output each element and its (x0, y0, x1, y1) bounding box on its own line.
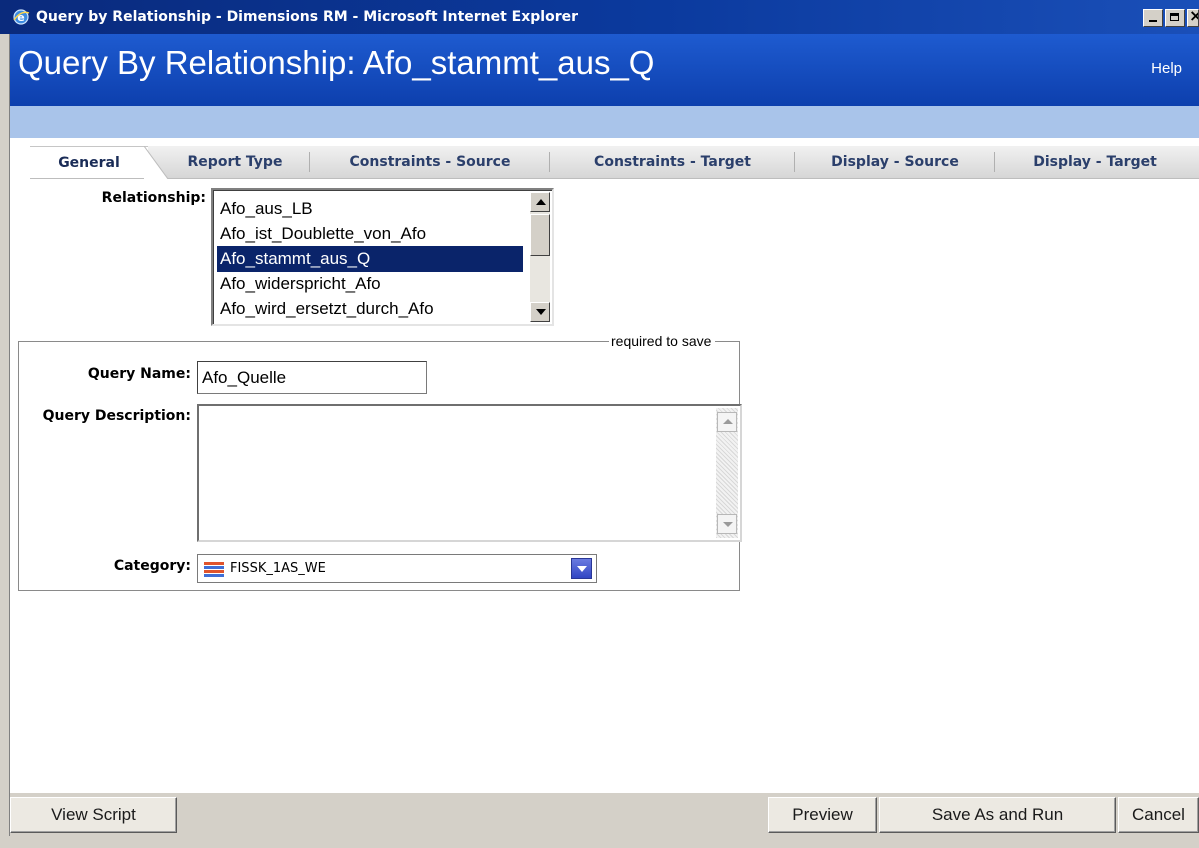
tab-constraints-target[interactable]: Constraints - Target (550, 146, 795, 178)
relationship-option[interactable]: Afo_aus_LB (217, 196, 523, 222)
relationship-option[interactable]: Afo_widerspricht_Afo (217, 271, 523, 297)
ie-window: e Query by Relationship - Dimensions RM … (0, 0, 1199, 848)
close-window-button[interactable] (1187, 9, 1199, 27)
scroll-up-button[interactable] (530, 192, 550, 212)
page-header: Query By Relationship: Afo_stammt_aus_Q … (10, 34, 1199, 106)
relationship-scrollbar[interactable] (530, 192, 550, 322)
down-arrow-icon (536, 309, 546, 315)
window-left-edge (0, 34, 10, 848)
tab-display-source[interactable]: Display - Source (795, 146, 995, 178)
up-arrow-icon (536, 199, 546, 205)
category-icon (204, 562, 224, 577)
scroll-up-button[interactable] (717, 412, 737, 432)
window-title: Query by Relationship - Dimensions RM - … (36, 9, 579, 25)
scroll-down-button[interactable] (717, 514, 737, 534)
save-as-and-run-button[interactable]: Save As and Run (879, 797, 1116, 833)
cancel-button[interactable]: Cancel (1118, 797, 1199, 833)
tab-report-type[interactable]: Report Type (160, 146, 310, 178)
preview-button[interactable]: Preview (768, 797, 877, 833)
button-bar: View Script Preview Save As and Run Canc… (10, 792, 1199, 837)
description-scrollbar[interactable] (716, 408, 738, 538)
window-title-bar: e Query by Relationship - Dimensions RM … (0, 0, 1199, 34)
category-value: FISSK_1AS_WE (230, 561, 326, 576)
internet-explorer-icon: e (13, 9, 30, 25)
window-controls (1143, 9, 1199, 27)
page-title: Query By Relationship: Afo_stammt_aus_Q (18, 44, 655, 81)
relationship-label: Relationship: (101, 190, 206, 206)
query-name-input[interactable]: Afo_Quelle (197, 361, 427, 394)
category-label: Category: (113, 558, 191, 574)
up-arrow-icon (723, 419, 733, 424)
category-dropdown-button[interactable] (571, 558, 592, 579)
help-link[interactable]: Help (1151, 60, 1182, 77)
scroll-thumb[interactable] (530, 214, 550, 256)
minimize-button[interactable] (1143, 9, 1163, 27)
tab-bar: General Report Type Constraints - Source… (10, 138, 1199, 179)
query-name-label: Query Name: (87, 366, 191, 382)
maximize-button[interactable] (1165, 9, 1185, 27)
scroll-down-button[interactable] (530, 302, 550, 322)
relationship-listbox[interactable]: Afo_aus_LB Afo_ist_Doublette_von_Afo Afo… (211, 188, 554, 326)
tab-display-target[interactable]: Display - Target (995, 146, 1195, 178)
down-arrow-icon (723, 522, 733, 527)
status-bar (0, 836, 1199, 848)
header-subband (10, 106, 1199, 138)
category-select[interactable]: FISSK_1AS_WE (197, 554, 597, 583)
relationship-option-selected[interactable]: Afo_stammt_aus_Q (217, 246, 523, 272)
tab-general[interactable]: General (30, 146, 148, 178)
chevron-down-icon (577, 566, 587, 572)
query-description-textarea[interactable] (197, 404, 742, 542)
tab-constraints-source[interactable]: Constraints - Source (310, 146, 550, 178)
relationship-option[interactable]: Afo_wird_ersetzt_durch_Afo (217, 296, 523, 322)
relationship-option[interactable]: Afo_ist_Doublette_von_Afo (217, 221, 523, 247)
required-to-save-note: required to save (609, 333, 716, 349)
query-description-label: Query Description: (42, 408, 191, 424)
view-script-button[interactable]: View Script (10, 797, 177, 833)
